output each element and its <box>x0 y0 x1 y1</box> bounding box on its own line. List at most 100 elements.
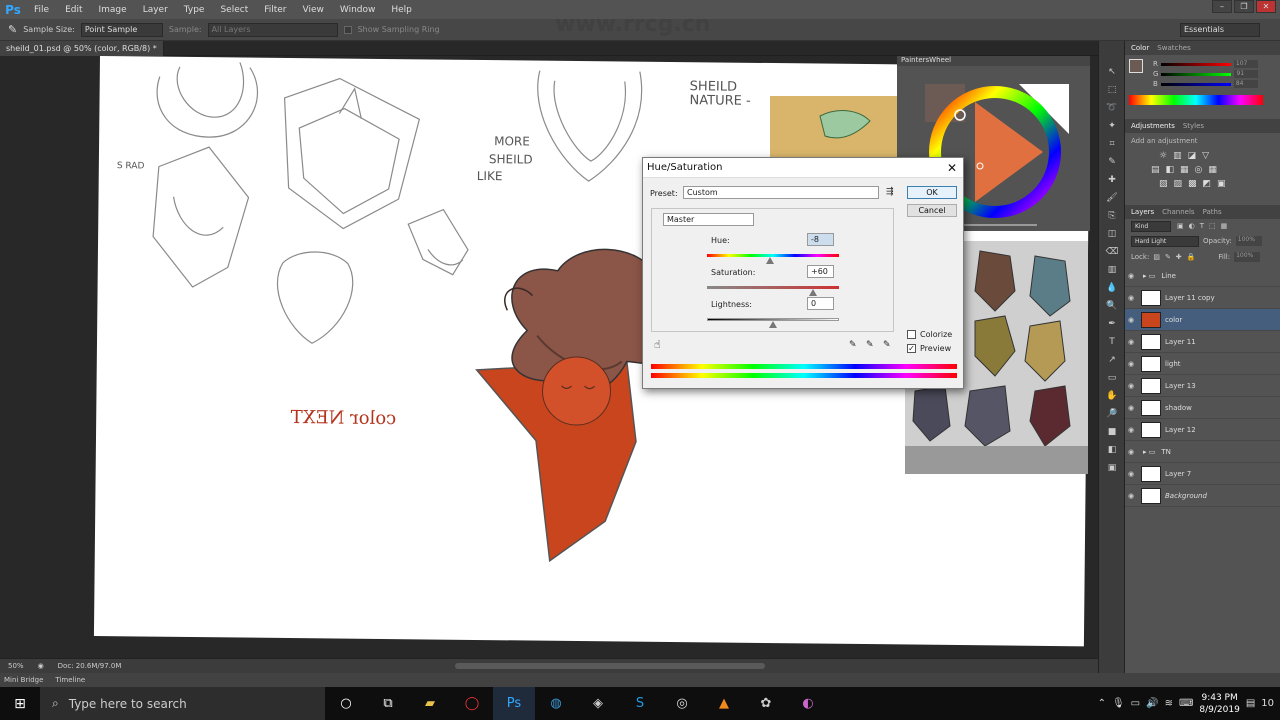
menu-help[interactable]: Help <box>383 5 420 15</box>
menu-filter[interactable]: Filter <box>256 5 294 15</box>
tab-channels[interactable]: Channels <box>1162 205 1194 219</box>
tool-20-icon[interactable]: ■ <box>1099 423 1125 441</box>
fill-input[interactable]: 100% <box>1234 252 1261 262</box>
photoshop-taskbar-icon[interactable]: Ps <box>493 687 535 720</box>
eyedropper-icon[interactable]: ✎ <box>8 23 17 36</box>
ok-button[interactable]: OK <box>907 186 957 199</box>
tool-19-icon[interactable]: 🔎 <box>1099 405 1125 423</box>
app-icon-gray[interactable]: ◈ <box>577 687 619 720</box>
taskbar-clock[interactable]: 9:43 PM 8/9/2019 <box>1199 692 1239 716</box>
menu-edit[interactable]: Edit <box>57 5 90 15</box>
menu-select[interactable]: Select <box>212 5 256 15</box>
tool-22-icon[interactable]: ▣ <box>1099 459 1125 477</box>
wifi-icon[interactable]: ≋ <box>1165 698 1173 709</box>
tool-17-icon[interactable]: ▭ <box>1099 369 1125 387</box>
g-value[interactable]: 91 <box>1234 70 1259 78</box>
preset-options-icon[interactable]: ⇶ <box>886 187 894 197</box>
saturation-slider-track[interactable] <box>707 286 839 289</box>
lightness-slider-thumb[interactable] <box>769 321 777 328</box>
tool-15-icon[interactable]: T <box>1099 333 1125 351</box>
hand-target-icon[interactable]: ☝ <box>654 338 661 351</box>
file-explorer-icon[interactable]: ▰ <box>409 687 451 720</box>
visibility-eye-icon[interactable]: ◉ <box>1125 492 1137 500</box>
hue-input[interactable]: -8 <box>807 233 834 246</box>
windows-start-icon[interactable]: ⊞ <box>0 696 40 712</box>
saturation-slider-thumb[interactable] <box>808 289 817 296</box>
sample-size-select[interactable]: Point Sample <box>80 22 163 37</box>
menu-layer[interactable]: Layer <box>135 5 176 15</box>
tool-4-icon[interactable]: ⌗ <box>1099 135 1125 153</box>
tool-21-icon[interactable]: ◧ <box>1099 441 1125 459</box>
tab-swatches[interactable]: Swatches <box>1157 41 1190 55</box>
app-icon-palette[interactable]: ✿ <box>745 687 787 720</box>
layer-row[interactable]: ◉ color <box>1125 309 1280 331</box>
r-value[interactable]: 107 <box>1233 60 1258 68</box>
menu-file[interactable]: File <box>26 5 57 15</box>
cortana-icon[interactable]: ○ <box>325 687 367 720</box>
visibility-eye-icon[interactable]: ◉ <box>1125 448 1137 456</box>
tab-adjustments[interactable]: Adjustments <box>1131 119 1175 133</box>
minimize-button[interactable]: – <box>1212 0 1232 13</box>
lock-icons[interactable]: ▨✎✚🔒 <box>1153 253 1200 261</box>
tool-7-icon[interactable]: 🖌 <box>1099 189 1125 207</box>
tool-2-icon[interactable]: ➰ <box>1099 99 1125 117</box>
preview-checkbox[interactable]: ✓ <box>907 344 916 353</box>
document-tab[interactable]: sheild_01.psd @ 50% (color, RGB/8) * <box>0 41 164 56</box>
opera-icon[interactable]: ◯ <box>451 687 493 720</box>
eyedropper-icon[interactable]: ✎ <box>849 340 857 350</box>
dialog-titlebar[interactable]: Hue/Saturation ✕ <box>643 158 963 178</box>
colorize-checkbox[interactable] <box>907 330 916 339</box>
tab-timeline[interactable]: Timeline <box>55 673 85 687</box>
visibility-eye-icon[interactable]: ◉ <box>1125 338 1137 346</box>
visibility-eye-icon[interactable]: ◉ <box>1125 470 1137 478</box>
lightness-input[interactable]: 0 <box>807 297 834 310</box>
taskbar-search-box[interactable]: ⌕ Type here to search <box>40 687 325 720</box>
tool-11-icon[interactable]: ▥ <box>1099 261 1125 279</box>
tool-3-icon[interactable]: ✦ <box>1099 117 1125 135</box>
tool-6-icon[interactable]: ✚ <box>1099 171 1125 189</box>
volume-icon[interactable]: 🔊 <box>1146 698 1158 709</box>
skype-icon[interactable]: S <box>619 687 661 720</box>
language-icon[interactable]: ⌨ <box>1179 698 1193 709</box>
layer-row[interactable]: ◉ ▸ ▭ Line <box>1125 265 1280 287</box>
r-slider[interactable] <box>1160 62 1231 66</box>
sample-select[interactable]: All Layers <box>207 22 338 37</box>
tool-18-icon[interactable]: ✋ <box>1099 387 1125 405</box>
layer-filter-icons[interactable]: ▣◐T⬚▦ <box>1177 222 1232 230</box>
b-value[interactable]: 84 <box>1233 80 1258 88</box>
layer-kind-select[interactable]: Kind <box>1131 220 1171 232</box>
cancel-button[interactable]: Cancel <box>907 204 957 217</box>
maximize-button[interactable]: ❐ <box>1234 0 1254 13</box>
vlc-icon[interactable]: ▲ <box>703 687 745 720</box>
color-ramp[interactable] <box>1129 95 1263 105</box>
menu-window[interactable]: Window <box>332 5 384 15</box>
app-icon-circle[interactable]: ◎ <box>661 687 703 720</box>
opacity-input[interactable]: 100% <box>1235 236 1262 246</box>
eyedropper-plus-icon[interactable]: ✎ <box>866 340 874 350</box>
tool-13-icon[interactable]: 🔍 <box>1099 297 1125 315</box>
hue-slider-thumb[interactable] <box>766 257 775 264</box>
layer-row[interactable]: ◉ ▸ ▭ TN <box>1125 441 1280 463</box>
visibility-eye-icon[interactable]: ◉ <box>1125 272 1137 280</box>
tool-16-icon[interactable]: ↗ <box>1099 351 1125 369</box>
b-slider[interactable] <box>1160 82 1231 86</box>
app-icon-blue[interactable]: ◍ <box>535 687 577 720</box>
menu-image[interactable]: Image <box>91 5 135 15</box>
menu-view[interactable]: View <box>295 5 332 15</box>
close-window-button[interactable]: ✕ <box>1256 0 1276 13</box>
layer-row[interactable]: ◉ Background <box>1125 485 1280 507</box>
zoom-level[interactable]: 50% <box>8 662 24 670</box>
adjustment-icons-row-3[interactable]: ▧▨▩◩▣ <box>1131 179 1274 189</box>
layer-row[interactable]: ◉ shadow <box>1125 397 1280 419</box>
visibility-eye-icon[interactable]: ◉ <box>1125 404 1137 412</box>
tray-chevron-icon[interactable]: ⌃ <box>1098 698 1106 709</box>
tool-8-icon[interactable]: ⎘ <box>1099 207 1125 225</box>
dialog-close-icon[interactable]: ✕ <box>947 158 957 178</box>
horizontal-scrollbar[interactable] <box>455 663 765 669</box>
workspace-select[interactable]: Essentials <box>1180 22 1260 37</box>
tab-color[interactable]: Color <box>1131 41 1149 55</box>
tool-14-icon[interactable]: ✒ <box>1099 315 1125 333</box>
tab-layers[interactable]: Layers <box>1131 205 1154 219</box>
blend-mode-select[interactable]: Hard Light <box>1131 235 1199 247</box>
saturation-input[interactable]: +60 <box>807 265 834 278</box>
